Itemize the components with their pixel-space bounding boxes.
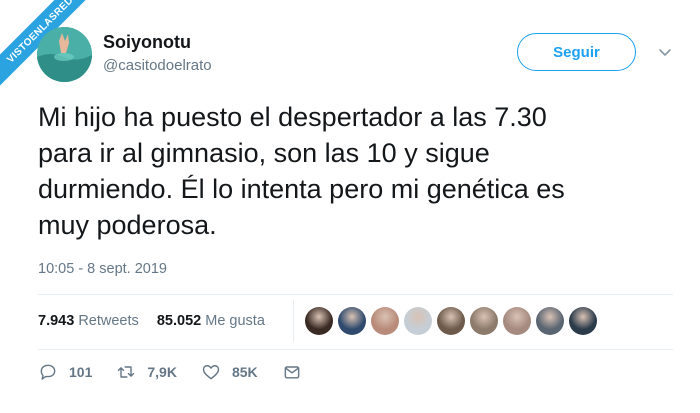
user-handle[interactable]: @casitodoelrato [103, 57, 212, 74]
message-button[interactable] [282, 362, 313, 382]
divider [38, 294, 673, 295]
tweet-card: VISTOENLASREDES Soiyonotu @casitodoelrat… [0, 0, 700, 413]
tweet-line: muy poderosa. [38, 210, 217, 240]
chevron-down-icon[interactable] [657, 44, 673, 60]
retweet-button[interactable]: 7,9K [116, 362, 177, 382]
tweet-actions: 101 7,9K 85K [38, 362, 337, 382]
retweets-label[interactable]: Retweets [78, 313, 138, 329]
tweet-line: durmiendo. Él lo intenta pero mi genétic… [38, 174, 565, 204]
reply-count: 101 [69, 364, 93, 380]
liker-avatar[interactable] [470, 307, 498, 335]
envelope-icon [284, 366, 299, 379]
retweet-icon [118, 366, 135, 378]
follow-button[interactable]: Seguir [517, 33, 636, 71]
like-button[interactable]: 85K [201, 362, 258, 382]
liker-avatar[interactable] [569, 307, 597, 335]
liker-avatar[interactable] [338, 307, 366, 335]
tweet-line: para ir al gimnasio, son las 10 y sigue [38, 138, 490, 168]
reply-button[interactable]: 101 [38, 362, 92, 382]
like-count: 85K [231, 364, 258, 380]
liker-avatar[interactable] [371, 307, 399, 335]
divider [38, 349, 673, 350]
liker-avatars [305, 307, 602, 335]
liker-avatar[interactable] [536, 307, 564, 335]
liker-avatar[interactable] [503, 307, 531, 335]
likes-label[interactable]: Me gusta [205, 313, 265, 329]
likes-count[interactable]: 85.052 [157, 313, 201, 329]
liker-avatar[interactable] [305, 307, 333, 335]
retweet-count: 7,9K [147, 364, 177, 380]
retweets-count[interactable]: 7.943 [38, 313, 74, 329]
stats-divider [293, 300, 294, 342]
avatar-image [37, 27, 92, 82]
engagement-stats: 7.943 Retweets 85.052 Me gusta [38, 313, 265, 329]
display-name[interactable]: Soiyonotu [103, 32, 191, 53]
liker-avatar[interactable] [404, 307, 432, 335]
heart-icon [202, 365, 220, 380]
tweet-line: Mi hijo ha puesto el despertador a las 7… [38, 102, 547, 132]
avatar[interactable] [37, 27, 92, 82]
tweet-text: Mi hijo ha puesto el despertador a las 7… [38, 99, 678, 243]
reply-icon [40, 364, 56, 380]
liker-avatar[interactable] [437, 307, 465, 335]
tweet-timestamp[interactable]: 10:05 - 8 sept. 2019 [38, 261, 167, 277]
